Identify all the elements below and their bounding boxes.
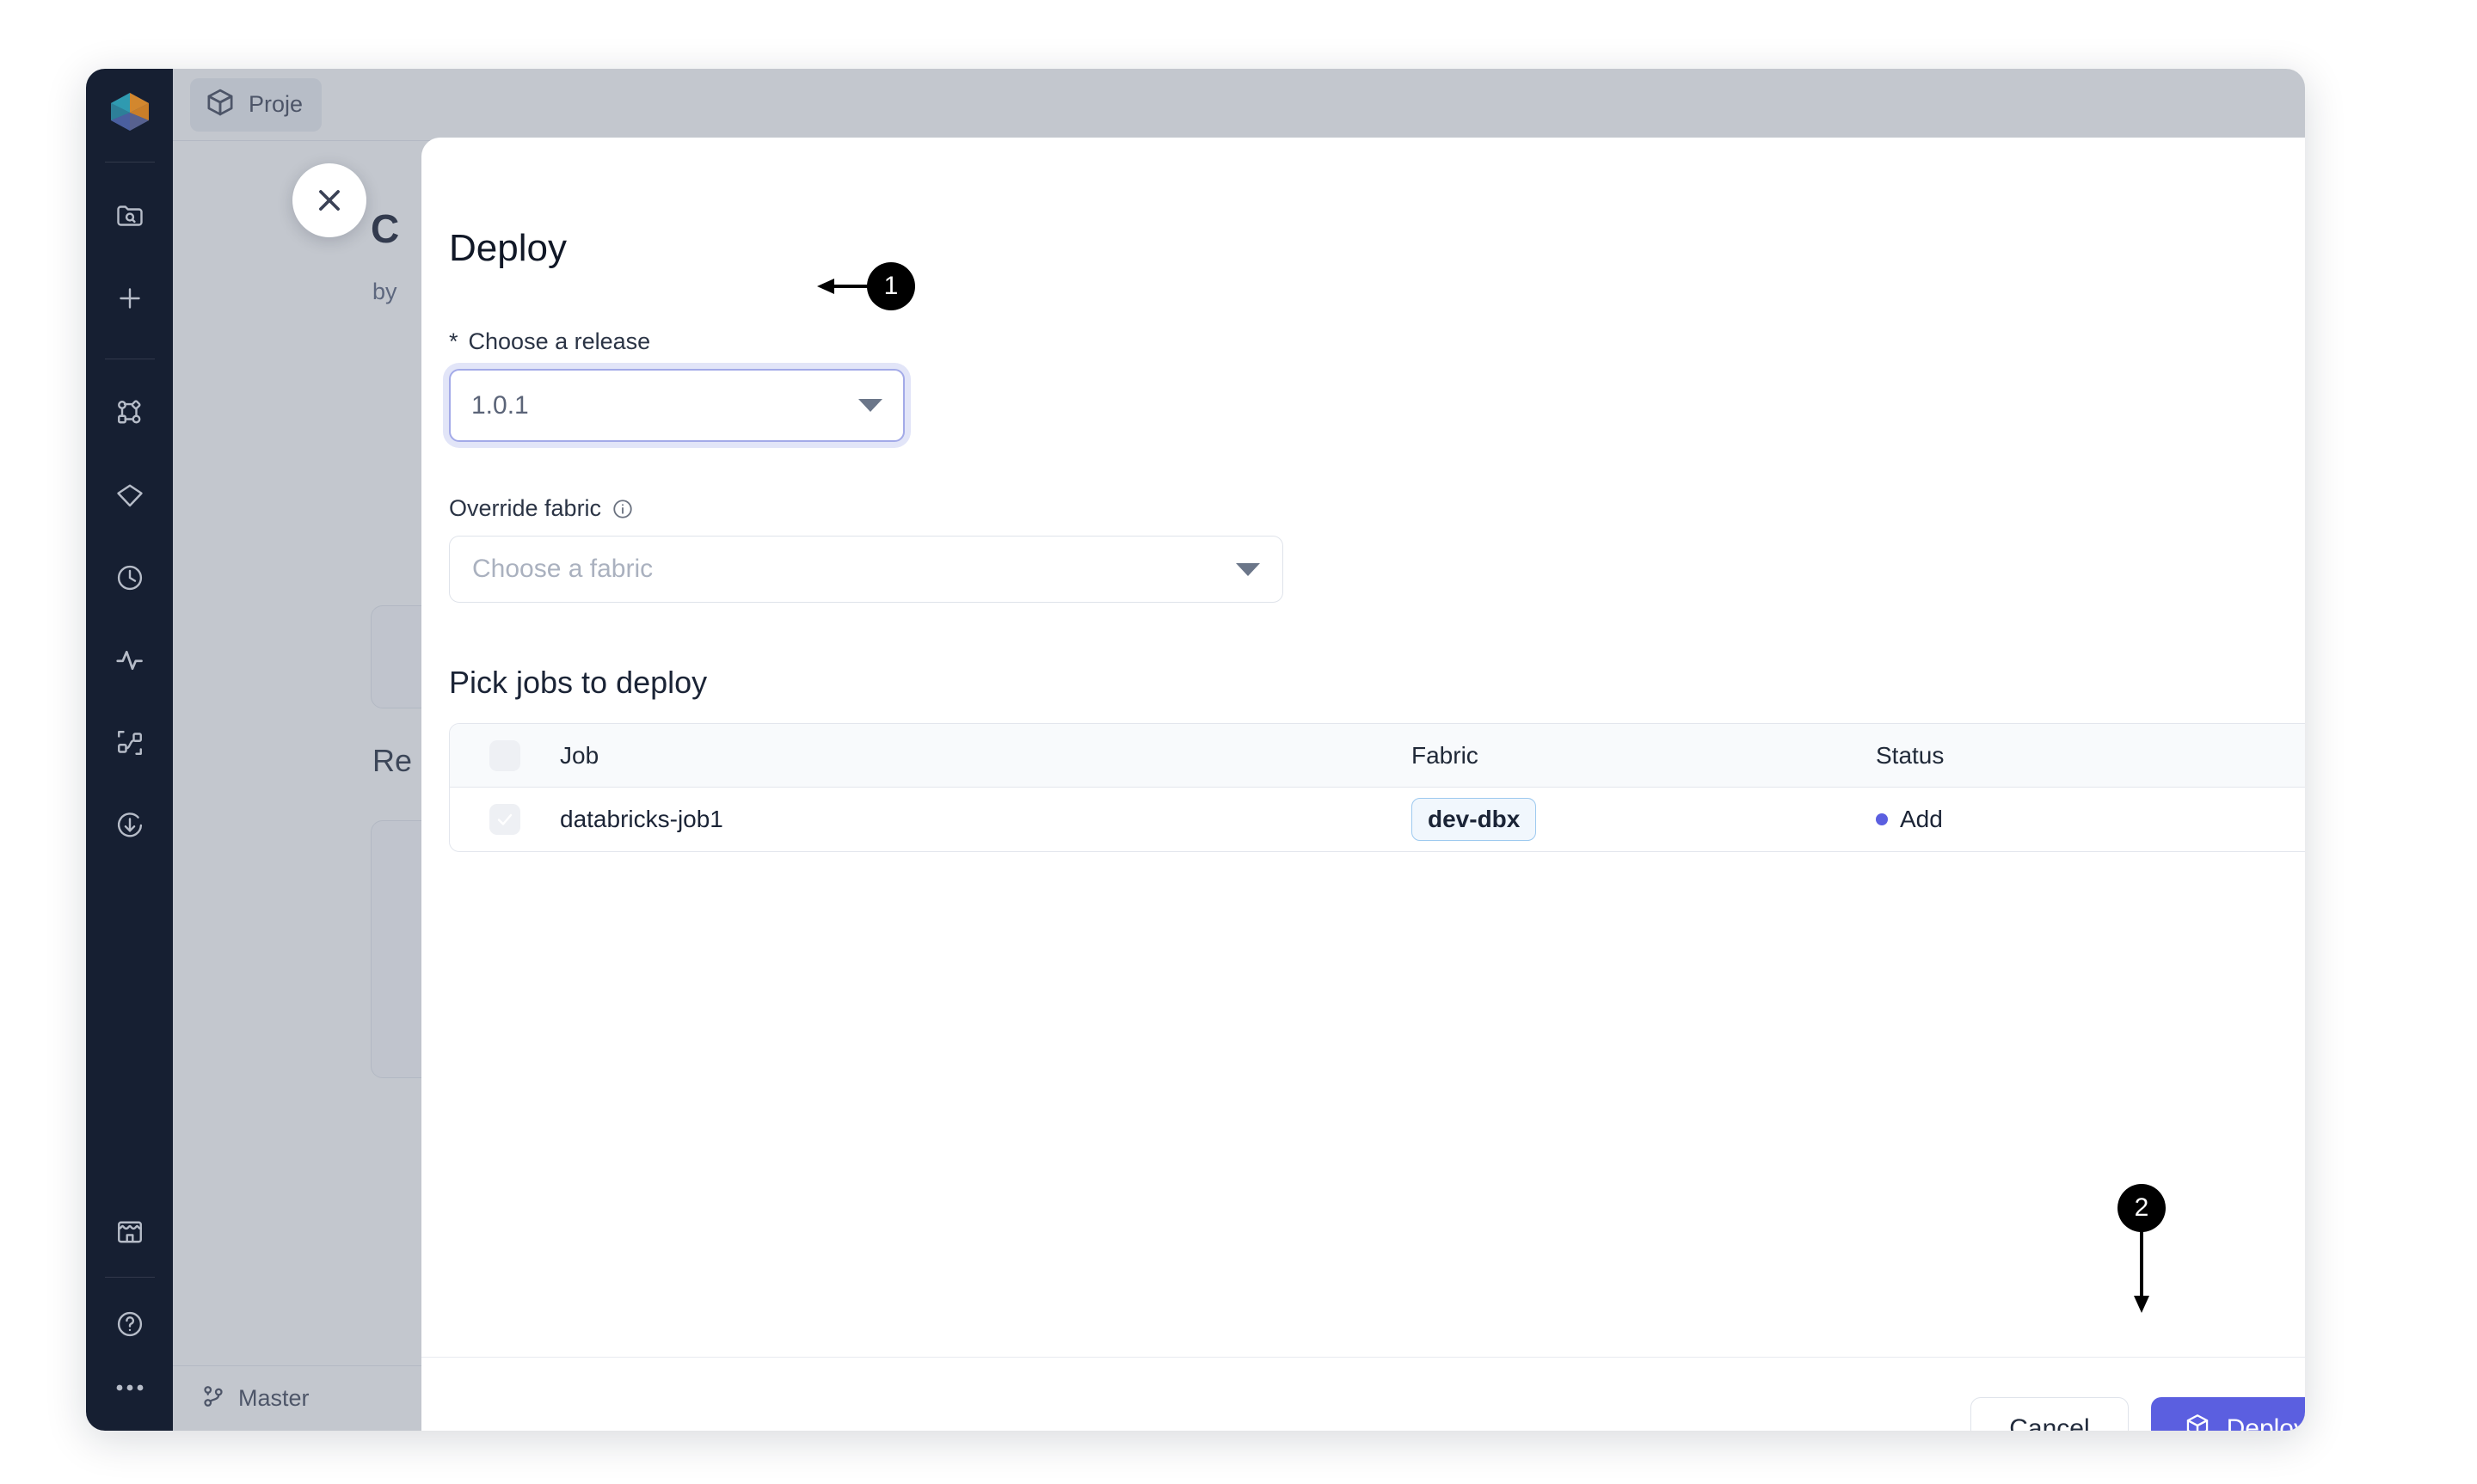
deploy-modal: Deploy * Choose a release 1.0.1 Override… (421, 138, 2305, 1431)
clock-icon[interactable] (106, 554, 154, 602)
page-subtitle: by (372, 279, 397, 304)
jobs-table: Job Fabric Status databricks-job1 dev-db… (449, 723, 2305, 852)
annotation-badge-2: 2 (2117, 1184, 2166, 1232)
gem-icon[interactable] (106, 471, 154, 519)
jobs-heading: Pick jobs to deploy (449, 665, 708, 700)
prophecy-logo[interactable] (106, 88, 154, 136)
release-field-label: * Choose a release (449, 328, 2305, 355)
search-folder-icon[interactable] (106, 192, 154, 240)
column-header-fabric: Fabric (1411, 741, 1478, 769)
modal-body: Deploy * Choose a release 1.0.1 Override… (421, 138, 2305, 1357)
page-title: C (371, 206, 400, 251)
fabric-chip: dev-dbx (1411, 798, 1537, 841)
cell-status: Add (1876, 806, 2305, 833)
activity-icon[interactable] (106, 636, 154, 684)
release-select-value: 1.0.1 (471, 390, 529, 420)
release-select[interactable]: 1.0.1 (449, 369, 905, 442)
status-text: Add (1900, 806, 1943, 832)
table-header-row: Job Fabric Status (450, 724, 2305, 788)
fabric-field-label: Override fabric (449, 495, 2305, 522)
fabric-select[interactable]: Choose a fabric (449, 536, 1283, 603)
release-select-wrap: 1.0.1 (449, 369, 905, 442)
chevron-down-icon (858, 399, 882, 412)
table-row[interactable]: databricks-job1 dev-dbx Add (450, 788, 2305, 851)
release-label-text: Choose a release (468, 328, 651, 354)
download-icon[interactable] (106, 801, 154, 849)
row-select-cell[interactable] (450, 804, 560, 835)
info-icon[interactable] (612, 498, 634, 520)
store-icon[interactable] (106, 1208, 154, 1256)
modal-footer: Cancel Deploy (421, 1357, 2305, 1431)
chevron-down-icon (1236, 562, 1260, 576)
tabbar: Proje (173, 69, 2305, 141)
rail-divider-bottom (104, 1277, 155, 1278)
close-icon[interactable] (292, 163, 366, 237)
row-checkbox[interactable] (489, 804, 520, 835)
integration-icon[interactable] (106, 719, 154, 767)
column-header-status: Status (1876, 741, 1945, 769)
rail-divider-top (104, 162, 155, 163)
more-icon[interactable] (106, 1364, 154, 1412)
annotation-badge-1: 1 (867, 262, 915, 310)
cell-fabric: dev-dbx (1411, 798, 1876, 841)
cancel-button[interactable]: Cancel (1970, 1396, 2129, 1431)
required-star: * (449, 328, 458, 354)
help-icon[interactable] (106, 1300, 154, 1348)
plus-icon[interactable] (106, 274, 154, 322)
releases-heading: Re (372, 743, 413, 778)
status-dot-icon (1876, 813, 1888, 825)
screen: Proje C by Ow Pr Re (0, 0, 2477, 1484)
select-all-checkbox[interactable] (489, 739, 520, 771)
cube-icon (204, 86, 237, 123)
sidebar-rail (86, 69, 173, 1431)
deploy-button[interactable]: Deploy (2150, 1396, 2305, 1432)
git-branch-icon (200, 1383, 226, 1413)
cell-job-name: databricks-job1 (560, 806, 723, 832)
modal-title: Deploy (449, 227, 567, 269)
pipeline-icon[interactable] (106, 389, 154, 437)
project-tab-label: Proje (249, 91, 304, 117)
fabric-select-placeholder: Choose a fabric (472, 555, 654, 583)
deploy-button-label: Deploy (2226, 1413, 2305, 1432)
app-window: Proje C by Ow Pr Re (86, 69, 2305, 1431)
select-all-cell[interactable] (450, 739, 560, 771)
column-header-job: Job (560, 741, 599, 769)
project-tab[interactable]: Proje (190, 77, 323, 132)
package-icon (2184, 1412, 2211, 1431)
branch-label: Master (238, 1385, 310, 1411)
fabric-label-text: Override fabric (449, 495, 602, 521)
sidebar-bottom-group (86, 1208, 173, 1412)
